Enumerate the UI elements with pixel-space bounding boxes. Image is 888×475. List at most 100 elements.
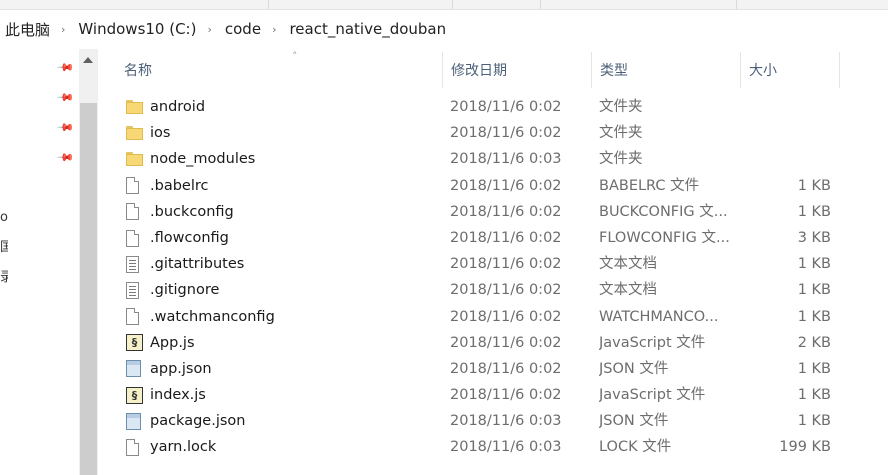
file-type: JSON 文件 bbox=[599, 360, 669, 377]
breadcrumb-this-pc[interactable]: 此电脑 bbox=[0, 19, 54, 40]
breadcrumb-code[interactable]: code bbox=[221, 20, 265, 38]
file-name[interactable]: .buckconfig bbox=[150, 199, 234, 225]
file-name[interactable]: node_modules bbox=[150, 146, 255, 172]
file-row[interactable]: § App.js 2018/11/6 0:02 JavaScript 文件 2 KB bbox=[98, 330, 888, 356]
file-row[interactable]: .gitignore 2018/11/6 0:02 文本文档 1 KB bbox=[98, 277, 888, 303]
file-name[interactable]: .watchmanconfig bbox=[150, 304, 275, 330]
address-bar[interactable]: 此电脑 › Windows10 (C:) › code › react_nati… bbox=[0, 14, 888, 44]
file-date: 2018/11/6 0:02 bbox=[450, 334, 562, 351]
file-type: 文件夹 bbox=[599, 99, 643, 115]
file-date: 2018/11/6 0:02 bbox=[450, 229, 562, 246]
file-type: 文件夹 bbox=[599, 125, 643, 142]
file-date: 2018/11/6 0:02 bbox=[450, 360, 562, 377]
sort-ascending-icon: ˄ bbox=[292, 50, 298, 63]
file-date: 2018/11/6 0:02 bbox=[450, 256, 562, 273]
file-type: 文件夹 bbox=[599, 151, 643, 168]
breadcrumb-separator-icon[interactable]: › bbox=[265, 23, 285, 36]
column-header-date[interactable]: 修改日期 bbox=[443, 52, 592, 88]
file-row[interactable]: § index.js 2018/11/6 0:02 JavaScript 文件 1 KB bbox=[98, 382, 888, 408]
file-icon-cell bbox=[126, 94, 146, 120]
column-header-type[interactable]: 类型 bbox=[592, 52, 741, 88]
js-file-icon: § bbox=[126, 386, 143, 404]
pin-icon[interactable]: 📌 bbox=[55, 58, 75, 78]
file-icon-cell bbox=[126, 251, 146, 277]
pin-icon[interactable]: 📌 bbox=[55, 118, 75, 138]
ribbon-divider bbox=[268, 0, 269, 9]
nav-item-cut-label[interactable]: o bbox=[0, 210, 8, 226]
file-size: 1 KB bbox=[797, 256, 831, 273]
file-type: WATCHMANCO... bbox=[599, 308, 719, 325]
column-header-size-label: 大小 bbox=[749, 63, 777, 79]
pin-icon[interactable]: 📌 bbox=[55, 148, 75, 168]
file-row[interactable]: node_modules 2018/11/6 0:03 文件夹 bbox=[98, 146, 888, 172]
file-name[interactable]: yarn.lock bbox=[150, 434, 216, 460]
file-name[interactable]: ios bbox=[150, 120, 170, 146]
file-list: android 2018/11/6 0:02 文件夹 ios 2018/11/6 0:0… bbox=[98, 94, 888, 461]
breadcrumb-current-folder[interactable]: react_native_douban bbox=[285, 20, 450, 38]
file-date: 2018/11/6 0:02 bbox=[450, 99, 562, 115]
file-type: JavaScript 文件 bbox=[599, 387, 706, 404]
file-size: 1 KB bbox=[797, 177, 831, 194]
file-name[interactable]: android bbox=[150, 94, 205, 120]
nav-item-cut-label[interactable]: 国 bbox=[0, 240, 8, 256]
file-row[interactable]: android 2018/11/6 0:02 文件夹 bbox=[98, 94, 888, 120]
scroll-up-arrow-icon[interactable] bbox=[83, 57, 93, 63]
file-name[interactable]: App.js bbox=[150, 330, 195, 356]
scrollbar-thumb[interactable] bbox=[80, 103, 97, 475]
file-size: 2 KB bbox=[797, 334, 831, 351]
file-row[interactable]: .buckconfig 2018/11/6 0:02 BUCKCONFIG 文...… bbox=[98, 199, 888, 225]
column-header-name[interactable]: 名称 ˄ bbox=[116, 50, 443, 88]
file-type: JavaScript 文件 bbox=[599, 334, 706, 351]
file-row[interactable]: package.json 2018/11/6 0:03 JSON 文件 1 KB bbox=[98, 408, 888, 434]
file-size: 1 KB bbox=[797, 203, 831, 220]
column-header-name-label: 名称 bbox=[124, 63, 152, 79]
file-icon-cell bbox=[126, 146, 146, 172]
file-date: 2018/11/6 0:02 bbox=[450, 282, 562, 299]
text-file-icon bbox=[126, 281, 139, 299]
file-row[interactable]: ios 2018/11/6 0:02 文件夹 bbox=[98, 120, 888, 146]
pin-icon[interactable]: 📌 bbox=[55, 88, 75, 108]
file-size: 1 KB bbox=[797, 413, 831, 430]
file-icon-cell: § bbox=[126, 330, 146, 356]
json-file-icon bbox=[126, 412, 141, 430]
breadcrumb-drive[interactable]: Windows10 (C:) bbox=[74, 20, 200, 38]
file-date: 2018/11/6 0:02 bbox=[450, 203, 562, 220]
file-date: 2018/11/6 0:03 bbox=[450, 439, 562, 456]
breadcrumb-separator-icon[interactable]: › bbox=[200, 23, 220, 36]
file-row[interactable]: .flowconfig 2018/11/6 0:02 FLOWCONFIG 文...… bbox=[98, 225, 888, 251]
column-header-size[interactable]: 大小 bbox=[741, 52, 840, 88]
file-icon-cell bbox=[126, 225, 146, 251]
file-row[interactable]: .babelrc 2018/11/6 0:02 BABELRC 文件 1 KB bbox=[98, 173, 888, 199]
column-header-type-label: 类型 bbox=[600, 63, 628, 79]
ribbon-divider bbox=[452, 0, 453, 9]
file-name[interactable]: .gitignore bbox=[150, 277, 219, 303]
file-icon-cell: § bbox=[126, 382, 146, 408]
nav-item-cut-label[interactable]: 录 bbox=[0, 270, 8, 286]
file-type: JSON 文件 bbox=[599, 413, 669, 430]
file-icon bbox=[126, 439, 139, 457]
file-row[interactable]: .watchmanconfig 2018/11/6 0:02 WATCHMANCO.… bbox=[98, 304, 888, 330]
folder-icon bbox=[126, 100, 143, 115]
file-name[interactable]: package.json bbox=[150, 408, 245, 434]
file-size: 1 KB bbox=[797, 282, 831, 299]
navigation-pane: 📌 📌 📌 📌 o 国 录 bbox=[0, 49, 78, 475]
ribbon-divider bbox=[540, 0, 541, 9]
file-name[interactable]: .babelrc bbox=[150, 173, 208, 199]
file-name[interactable]: .flowconfig bbox=[150, 225, 229, 251]
ribbon-divider bbox=[736, 0, 737, 9]
column-header-date-label: 修改日期 bbox=[451, 63, 507, 79]
file-row[interactable]: app.json 2018/11/6 0:02 JSON 文件 1 KB bbox=[98, 356, 888, 382]
file-name[interactable]: index.js bbox=[150, 382, 206, 408]
file-row[interactable]: yarn.lock 2018/11/6 0:03 LOCK 文件 199 KB bbox=[98, 434, 888, 460]
file-name[interactable]: .gitattributes bbox=[150, 251, 244, 277]
js-file-icon: § bbox=[126, 334, 143, 352]
file-size: 1 KB bbox=[797, 360, 831, 377]
file-name[interactable]: app.json bbox=[150, 356, 212, 382]
nav-pane-scrollbar[interactable] bbox=[79, 49, 98, 475]
folder-icon bbox=[126, 152, 143, 167]
file-type: 文本文档 bbox=[599, 256, 657, 273]
breadcrumb-separator-icon[interactable]: › bbox=[54, 23, 74, 36]
file-row[interactable]: .gitattributes 2018/11/6 0:02 文本文档 1 KB bbox=[98, 251, 888, 277]
folder-icon bbox=[126, 126, 143, 141]
file-size: 1 KB bbox=[797, 308, 831, 325]
